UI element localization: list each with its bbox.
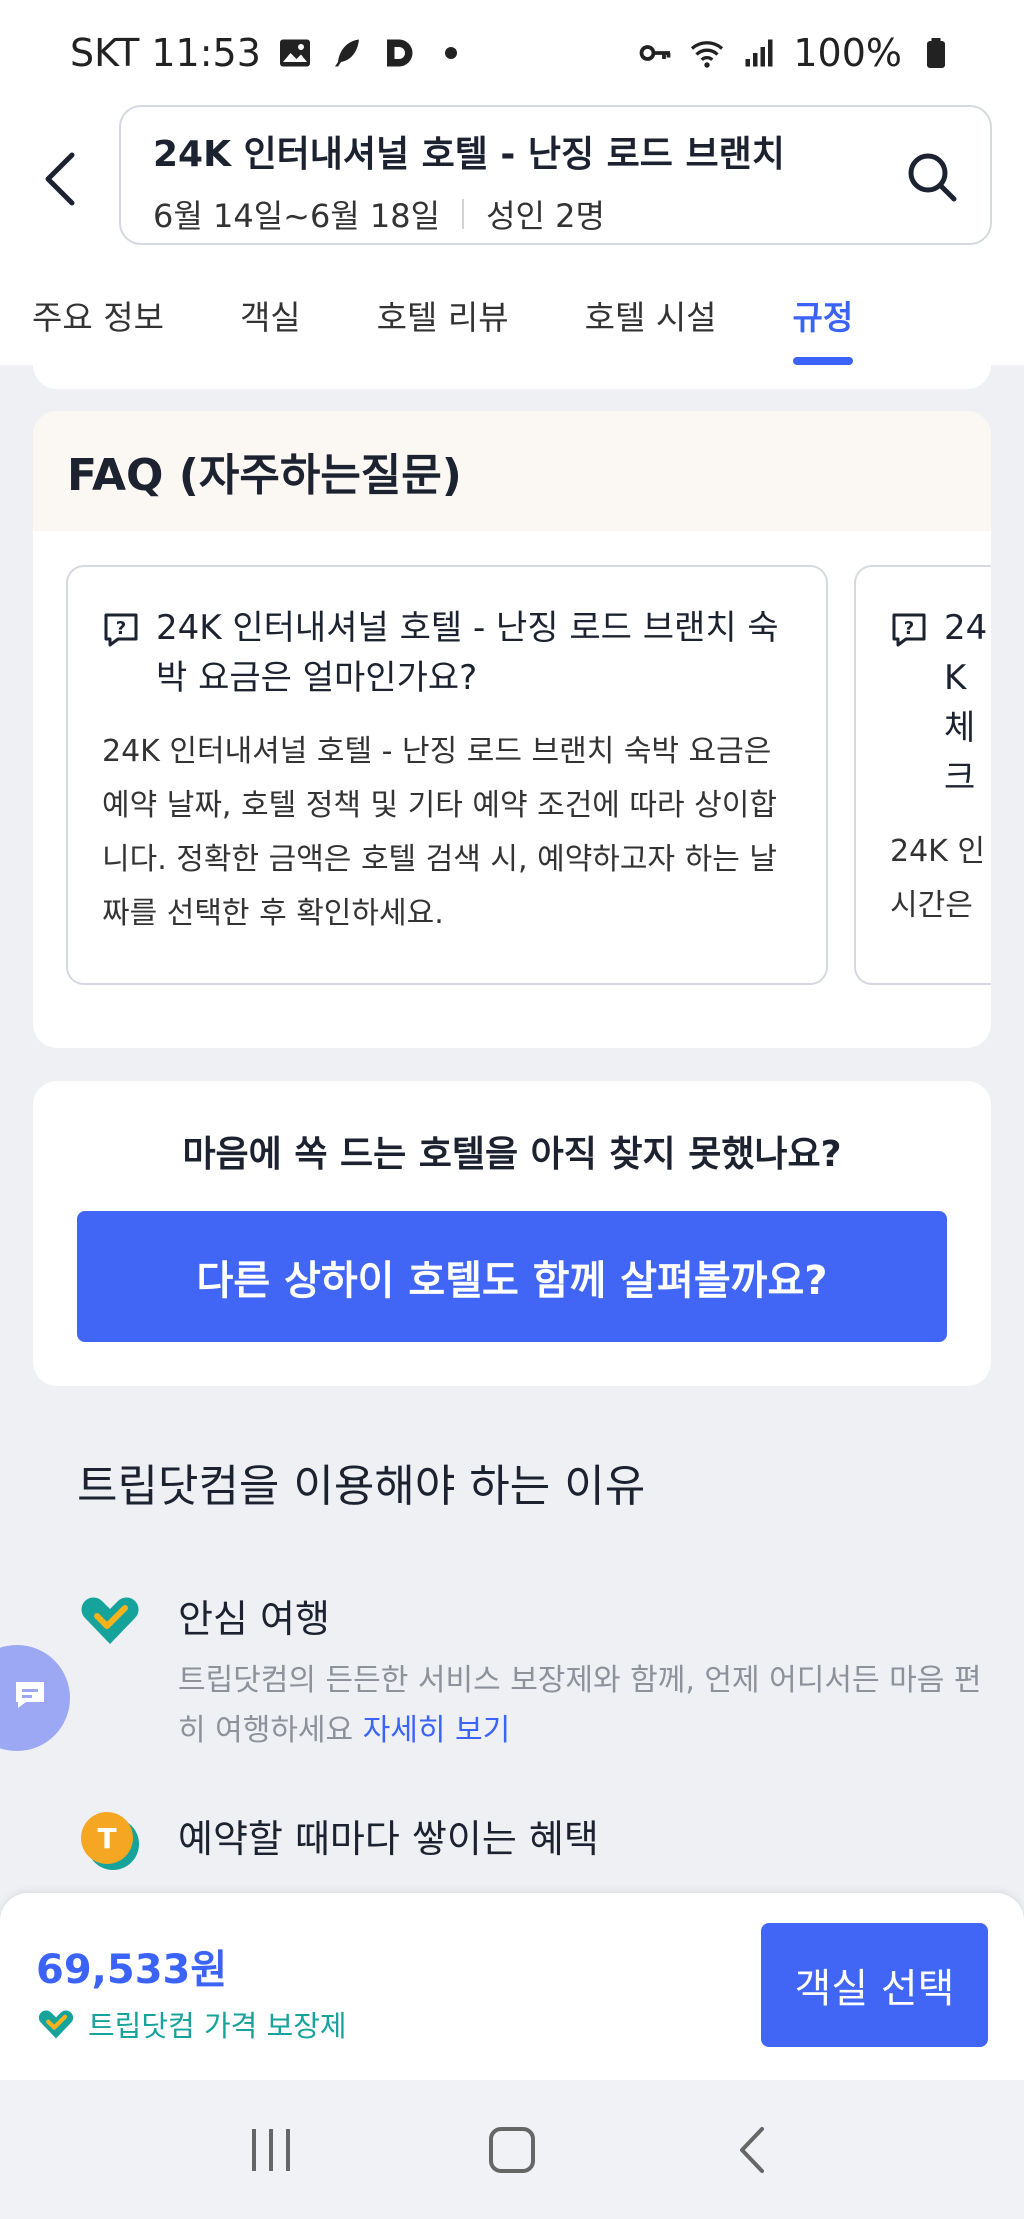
- price: 69,533원: [36, 1947, 228, 1993]
- home-button[interactable]: [472, 2110, 552, 2190]
- tab-facilities[interactable]: 호텔 시설: [585, 265, 717, 365]
- guarantee-label: 트립닷컴 가격 보장제: [88, 2009, 347, 2043]
- search-icon[interactable]: [904, 149, 960, 205]
- why-section-title: 트립닷컴을 이용해야 하는 이유: [77, 1461, 646, 1512]
- guest-count: 성인 2명: [486, 197, 605, 235]
- faq-question: 24K 체크: [944, 608, 988, 798]
- hotel-name: 24K 인터내셔널 호텔 - 난징 로드 브랜치: [153, 134, 785, 175]
- search-details: 6월 14일~6월 18일 성인 2명: [153, 191, 958, 237]
- faq-question: 24K 인터내셔널 호텔 - 난징 로드 브랜치 숙박 요금은 얼마인가요?: [156, 608, 779, 698]
- chevron-left-icon: [740, 2126, 765, 2173]
- faq-title: FAQ (자주하는질문): [67, 450, 462, 501]
- faq-question-row: ? 24K 체크: [890, 603, 991, 803]
- heart-check-icon: [81, 1597, 139, 1644]
- faq-header: FAQ (자주하는질문): [33, 411, 991, 531]
- section-tabs: 주요 정보 객실 호텔 리뷰 호텔 시설 규정: [0, 265, 1024, 365]
- svg-text:?: ?: [904, 618, 914, 639]
- why-heading: 안심 여행: [178, 1597, 330, 1641]
- status-right: 100%: [637, 31, 954, 75]
- why-description: 트립닷컴의 든든한 서비스 보장제와 함께, 언제 어디서든 마음 편히 여행하…: [178, 1656, 998, 1756]
- chevron-left-icon: [45, 152, 75, 206]
- faq-answer: 24K 인터내셔널 호텔 - 난징 로드 브랜치 숙박 요금은 예약 날짜, 호…: [102, 734, 777, 931]
- previous-card-bottom: [33, 365, 991, 389]
- key-icon: [639, 44, 671, 61]
- heart-check-icon: [38, 2010, 74, 2039]
- svg-text:?: ?: [116, 618, 126, 639]
- tab-policies[interactable]: 규정: [792, 265, 853, 365]
- browse-other-hotels-button[interactable]: 다른 상하이 호텔도 함께 살펴볼까요?: [77, 1211, 947, 1342]
- recent-apps-button[interactable]: [231, 2110, 311, 2190]
- chat-icon: [16, 1682, 44, 1708]
- header: 24K 인터내셔널 호텔 - 난징 로드 브랜치 6월 14일~6월 18일 성…: [0, 105, 1024, 265]
- battery-icon: [927, 37, 945, 68]
- price-guarantee[interactable]: 트립닷컴 가격 보장제: [36, 2003, 347, 2045]
- select-room-button[interactable]: 객실 선택: [761, 1923, 988, 2047]
- trip-coin-icon: T: [81, 1812, 139, 1870]
- tab-reviews[interactable]: 호텔 리뷰: [377, 265, 509, 365]
- faq-card: FAQ (자주하는질문) ? 24K 인터내셔널 호텔 - 난징 로드 브랜치 …: [33, 411, 991, 1048]
- find-hotel-card: 마음에 쏙 드는 호텔을 아직 찾지 못했나요? 다른 상하이 호텔도 함께 살…: [33, 1081, 991, 1386]
- search-summary-box[interactable]: 24K 인터내셔널 호텔 - 난징 로드 브랜치 6월 14일~6월 18일 성…: [119, 105, 992, 245]
- find-hotel-title: 마음에 쏙 드는 호텔을 아직 찾지 못했나요?: [182, 1134, 842, 1175]
- svg-text:T: T: [97, 1822, 116, 1855]
- why-heading: 예약할 때마다 쌓이는 혜택: [178, 1817, 599, 1861]
- why-desc-text: 트립닷컴의 든든한 서비스 보장제와 함께, 언제 어디서든 마음 편히 여행하…: [178, 1663, 982, 1748]
- d-app-icon: [386, 39, 413, 66]
- question-icon: ?: [104, 613, 138, 647]
- status-left: SKT 11:53: [70, 31, 469, 75]
- wifi-icon: [691, 40, 724, 68]
- divider: [462, 199, 465, 229]
- learn-more-link[interactable]: 자세히 보기: [363, 1713, 511, 1748]
- carrier-time: SKT 11:53: [70, 30, 261, 75]
- faq-question-row: ? 24K 인터내셔널 호텔 - 난징 로드 브랜치 숙박 요금은 얼마인가요?: [102, 603, 792, 703]
- faq-item[interactable]: ? 24K 체크 24K 인 시간은: [854, 565, 991, 985]
- chat-button[interactable]: [0, 1645, 70, 1751]
- faq-answer: 24K 인 시간은: [890, 834, 985, 923]
- stay-dates: 6월 14일~6월 18일: [153, 197, 441, 235]
- battery-percent: 100%: [793, 30, 902, 75]
- faq-item[interactable]: ? 24K 인터내셔널 호텔 - 난징 로드 브랜치 숙박 요금은 얼마인가요?…: [66, 565, 828, 985]
- tab-main-info[interactable]: 주요 정보: [32, 265, 164, 365]
- question-icon: ?: [892, 613, 926, 647]
- system-navigation-bar: [0, 2080, 1024, 2219]
- back-button[interactable]: [28, 141, 92, 217]
- recent-apps-icon: [251, 2128, 290, 2171]
- dot-icon: [444, 46, 457, 59]
- feather-icon: [334, 39, 359, 66]
- status-bar: SKT 11:53 100%: [0, 0, 1024, 105]
- gallery-icon: [279, 39, 310, 66]
- booking-bar: 69,533원 트립닷컴 가격 보장제 객실 선택: [0, 1893, 1024, 2080]
- signal-icon: [745, 39, 773, 66]
- system-back-button[interactable]: [713, 2110, 793, 2190]
- tab-rooms[interactable]: 객실: [240, 265, 301, 365]
- home-icon: [488, 2126, 535, 2173]
